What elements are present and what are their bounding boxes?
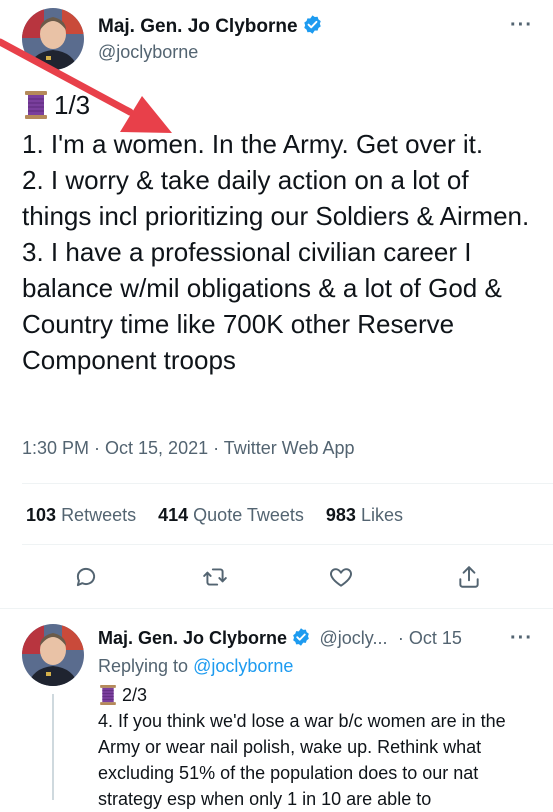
tweet-timestamp[interactable]: 1:30 PM · Oct 15, 2021 · Twitter Web App (22, 438, 355, 459)
divider (0, 608, 553, 609)
tweet-line: 3. I have a professional civilian career… (22, 237, 502, 375)
divider (22, 544, 553, 545)
likes-stat[interactable]: 983 Likes (326, 505, 403, 525)
tweet-date[interactable]: · Oct 15 (398, 628, 462, 648)
engagement-stats: 103 Retweets 414 Quote Tweets 983 Likes (26, 505, 425, 526)
thread-connector-line (52, 694, 54, 800)
display-name[interactable]: Maj. Gen. Jo Clyborne (98, 628, 287, 648)
tweet-body: 1. I'm a women. In the Army. Get over it… (22, 126, 534, 378)
verified-badge-icon (291, 627, 311, 652)
quote-tweets-stat[interactable]: 414 Quote Tweets (158, 505, 304, 525)
like-heart-icon[interactable] (328, 564, 354, 595)
retweet-icon[interactable] (202, 564, 228, 595)
replying-to-label: Replying to (98, 656, 189, 676)
annotation-arrow-icon (0, 38, 172, 133)
reply-body: 4. If you think we'd lose a war b/c wome… (98, 711, 506, 809)
reply-icon[interactable] (73, 564, 99, 595)
divider (22, 483, 553, 484)
thread-counter: 2/3 (122, 685, 148, 705)
avatar[interactable] (22, 624, 84, 686)
replying-to-link[interactable]: @joclyborne (193, 656, 293, 676)
tweet-line: 2. I worry & take daily action on a lot … (22, 165, 530, 231)
share-icon[interactable] (456, 564, 482, 595)
spool-thread-icon (98, 684, 118, 706)
more-options-icon[interactable]: ··· (510, 627, 533, 650)
retweets-stat[interactable]: 103 Retweets (26, 505, 136, 525)
user-handle[interactable]: @jocly... (320, 628, 388, 648)
